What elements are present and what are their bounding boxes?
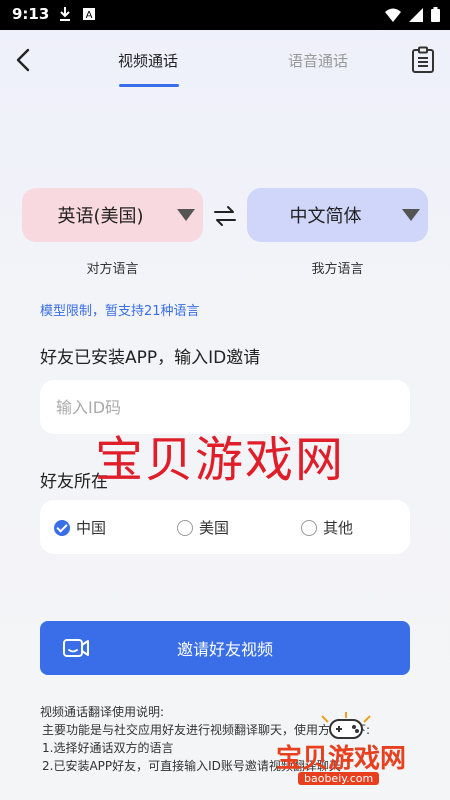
video-camera-icon: [63, 639, 89, 657]
watermark-logo: 宝贝游戏网 baobeiy.com: [276, 712, 426, 790]
back-arrow-icon[interactable]: [12, 46, 36, 74]
radio-label: 其他: [323, 519, 354, 537]
watermark-text: 宝贝游戏网: [95, 432, 346, 488]
dropdown-triangle-icon: [402, 209, 420, 221]
my-language-value: 中文简体: [289, 206, 362, 227]
status-system-icons: [385, 7, 440, 22]
radio-label: 中国: [76, 519, 107, 537]
status-bar: 9:13 A: [0, 0, 450, 30]
gamepad-icon: [321, 712, 371, 739]
radio-other[interactable]: 其他: [301, 517, 353, 538]
signal-icon: [409, 7, 423, 22]
other-language-caption: 对方语言: [86, 262, 139, 277]
svg-text:A: A: [86, 10, 93, 21]
download-icon: [60, 7, 70, 21]
battery-icon: [431, 7, 440, 22]
language-limit-note: 模型限制，暂支持21种语言: [40, 304, 200, 319]
wifi-icon: [385, 8, 401, 22]
invite-video-label: 邀请好友视频: [176, 640, 273, 659]
radio-usa[interactable]: 美国: [177, 517, 229, 538]
tab-video-call[interactable]: 视频通话: [118, 50, 178, 71]
radio-china[interactable]: 中国: [54, 517, 106, 538]
dropdown-triangle-icon: [177, 209, 195, 221]
invite-id-label: 好友已安装APP，输入ID邀请: [40, 348, 261, 368]
active-tab-indicator: [119, 84, 179, 87]
app-a-icon: A: [83, 8, 95, 21]
status-time: 9:13: [12, 5, 50, 23]
other-language-value: 英语(美国): [57, 206, 144, 227]
location-radio-group: 中国 美国 其他: [40, 500, 410, 554]
tab-voice-call[interactable]: 语音通话: [288, 50, 348, 71]
swap-languages-icon[interactable]: [212, 205, 238, 227]
invite-video-button[interactable]: 邀请好友视频: [40, 621, 410, 675]
watermark-url: baobeiy.com: [298, 772, 380, 785]
my-language-select[interactable]: 中文简体: [247, 188, 428, 242]
status-notifications: A: [58, 6, 96, 22]
other-language-select[interactable]: 英语(美国): [22, 188, 203, 242]
radio-checked-icon: [54, 519, 70, 536]
radio-unchecked-icon: [301, 519, 317, 536]
radio-label: 美国: [199, 519, 230, 537]
clipboard-history-icon[interactable]: [410, 46, 436, 74]
my-language-caption: 我方语言: [311, 262, 364, 277]
radio-unchecked-icon: [177, 519, 193, 536]
watermark-small-text: 宝贝游戏网: [276, 744, 407, 774]
